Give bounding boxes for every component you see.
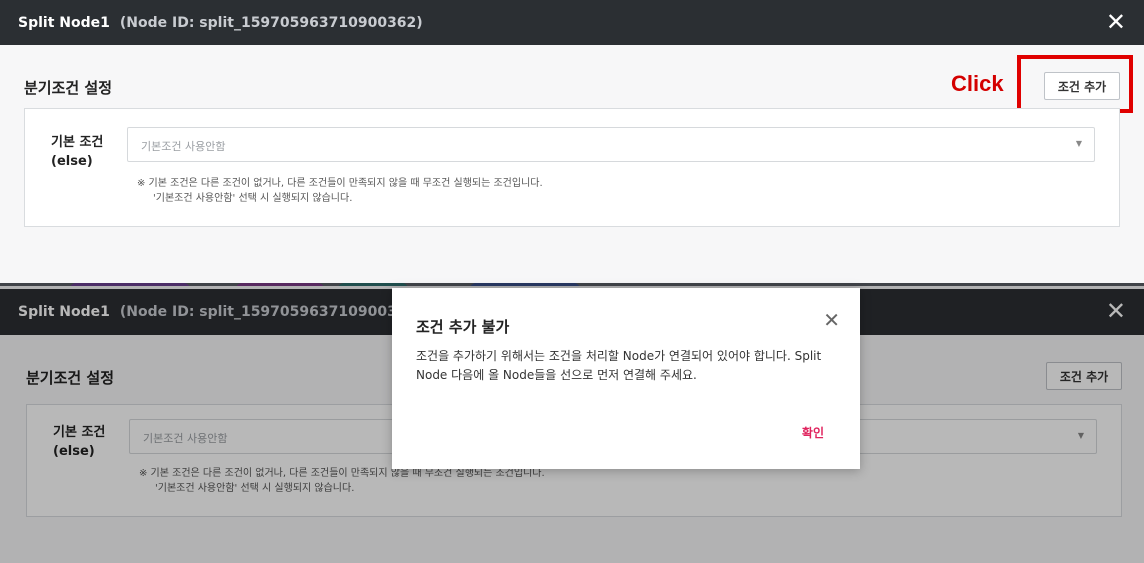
cannot-add-condition-dialog: 조건 추가 불가 ✕ 조건을 추가하기 위해서는 조건을 처리할 Node가 연… bbox=[392, 288, 860, 469]
dialog-message: 조건을 추가하기 위해서는 조건을 처리할 Node가 연결되어 있어야 합니다… bbox=[416, 349, 822, 382]
window-titlebar: Split Node1 (Node ID: split_159705963710… bbox=[0, 0, 1144, 45]
add-condition-button[interactable]: 조건 추가 bbox=[1044, 72, 1120, 100]
caret-down-icon: ▼ bbox=[1075, 139, 1082, 148]
default-condition-label-main: 기본 조건 bbox=[51, 135, 104, 150]
click-annotation: Click bbox=[951, 71, 1004, 96]
confirm-button[interactable]: 확인 bbox=[802, 424, 824, 441]
section-title: 분기조건 설정 bbox=[24, 79, 113, 97]
window-title: Split Node1 bbox=[18, 14, 110, 31]
dialog-close-icon[interactable]: ✕ bbox=[823, 310, 840, 330]
split-node-panel: Split Node1 (Node ID: split_159705963710… bbox=[0, 0, 1144, 283]
default-condition-label-else: (else) bbox=[51, 154, 93, 169]
dialog-title: 조건 추가 불가 bbox=[416, 318, 510, 336]
note-line-1: ※ 기본 조건은 다른 조건이 없거나, 다른 조건들이 만족되지 않을 때 무… bbox=[137, 178, 543, 189]
default-condition-note: ※ 기본 조건은 다른 조건이 없거나, 다른 조건들이 만족되지 않을 때 무… bbox=[137, 176, 543, 206]
close-icon[interactable]: ✕ bbox=[1106, 8, 1126, 36]
node-id-label: (Node ID: split_159705963710900362) bbox=[119, 14, 423, 31]
note-line-2: '기본조건 사용안함' 선택 시 실행되지 않습니다. bbox=[153, 193, 353, 204]
default-condition-label: 기본 조건 (else) bbox=[51, 133, 103, 171]
default-condition-box: 기본 조건 (else) 기본조건 사용안함 ▼ ※ 기본 조건은 다른 조건이… bbox=[24, 108, 1120, 227]
default-condition-select[interactable]: 기본조건 사용안함 ▼ bbox=[127, 127, 1095, 162]
default-condition-select-value: 기본조건 사용안함 bbox=[141, 140, 226, 153]
